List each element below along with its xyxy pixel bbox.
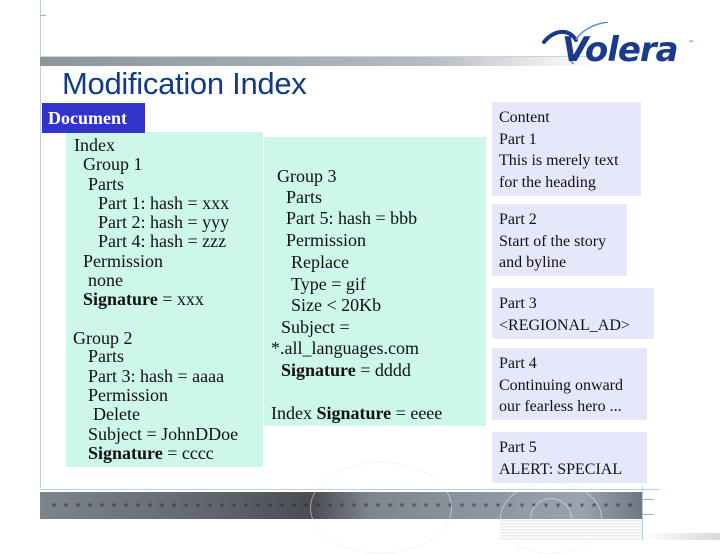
index-line: none xyxy=(88,270,123,290)
logo-text: Volera xyxy=(562,30,679,70)
content-line: Start of the story xyxy=(499,232,607,250)
footer-tick xyxy=(642,514,654,515)
index-signature-prefix: Index xyxy=(271,403,317,423)
signature-keyword: Signature xyxy=(281,360,356,380)
footer-tick xyxy=(642,499,654,500)
group3-line: Group 3 xyxy=(277,166,337,186)
group3-signature-line: Signature = dddd xyxy=(281,360,411,380)
signature-value: = xxx xyxy=(157,289,204,309)
content-part-1: Content Part 1 This is merely text for t… xyxy=(492,102,641,196)
signature-keyword: Signature xyxy=(316,403,392,423)
content-part-4: Part 4 Continuing onward our fearless he… xyxy=(492,348,647,420)
index-signature-line: Signature = cccc xyxy=(88,443,214,463)
footer-arc xyxy=(310,462,452,554)
index-line: Parts xyxy=(88,174,124,194)
signature-keyword: Signature xyxy=(88,443,163,463)
content-line: Content xyxy=(499,109,550,126)
content-part-5: Part 5 ALERT: SPECIAL xyxy=(492,432,647,483)
content-line: our fearless hero ... xyxy=(499,398,622,415)
content-part-3: Part 3 <REGIONAL_AD> xyxy=(492,288,654,339)
left-margin-rule xyxy=(40,0,41,488)
content-line: and byline xyxy=(499,254,567,271)
signature-value: = eeee xyxy=(391,403,443,423)
footer-right-rule xyxy=(642,486,643,540)
index-line: Part 1: hash = xxx xyxy=(98,193,230,213)
content-line: Part 2 xyxy=(499,211,537,228)
footer-decorative-bar xyxy=(40,462,642,554)
group3-line: *.all_languages.com xyxy=(271,338,419,358)
volera-logo: Volera ™ xyxy=(540,22,700,70)
index-line: Part 4: hash = zzz xyxy=(98,231,227,251)
content-line: This is merely text xyxy=(499,152,619,169)
group3-line: Permission xyxy=(286,230,367,250)
margin-tick xyxy=(40,15,46,16)
logo-trademark: ™ xyxy=(688,40,694,47)
corner-shade xyxy=(643,533,720,540)
signature-value: = cccc xyxy=(162,443,214,463)
index-line: Group 1 xyxy=(83,154,143,174)
group3-line: Replace xyxy=(291,252,349,272)
document-label: Document xyxy=(42,103,145,133)
content-line: ALERT: SPECIAL xyxy=(499,460,623,478)
content-line: Part 3 xyxy=(499,295,537,312)
content-line: <REGIONAL_AD> xyxy=(499,316,630,334)
index-line: Permission xyxy=(83,251,164,271)
index-line: Group 2 xyxy=(73,328,133,348)
signature-value: = dddd xyxy=(355,360,411,380)
group3-line: Type = gif xyxy=(291,274,366,294)
content-line: for the heading xyxy=(499,173,596,191)
index-line: Part 3: hash = aaaa xyxy=(88,366,225,386)
group3-line: Subject = xyxy=(281,317,350,337)
group3-line: Part 5: hash = bbb xyxy=(286,208,418,228)
header-decorative-bar xyxy=(40,56,600,66)
content-line: Part 1 xyxy=(499,130,537,148)
footer-streaks xyxy=(500,520,642,540)
index-line: Part 2: hash = yyy xyxy=(98,212,230,232)
index-line: Parts xyxy=(88,346,124,366)
index-line: Permission xyxy=(88,385,169,405)
index-line: Index xyxy=(74,135,115,155)
content-line: Part 4 xyxy=(499,355,537,372)
index-signature-line: Index Signature = eeee xyxy=(271,403,442,423)
group3-line: Parts xyxy=(286,187,322,207)
signature-keyword: Signature xyxy=(83,289,158,309)
index-signature-line: Signature = xxx xyxy=(83,289,204,309)
content-line: Part 5 xyxy=(499,439,537,456)
index-line: Delete xyxy=(93,404,140,424)
index-line: Subject = JohnDDoe xyxy=(88,424,239,444)
content-part-2: Part 2 Start of the story and byline xyxy=(492,204,627,276)
group3-line: Size < 20Kb xyxy=(291,295,382,315)
content-line: Continuing onward xyxy=(499,376,623,394)
page-title: Modification Index xyxy=(62,66,307,101)
